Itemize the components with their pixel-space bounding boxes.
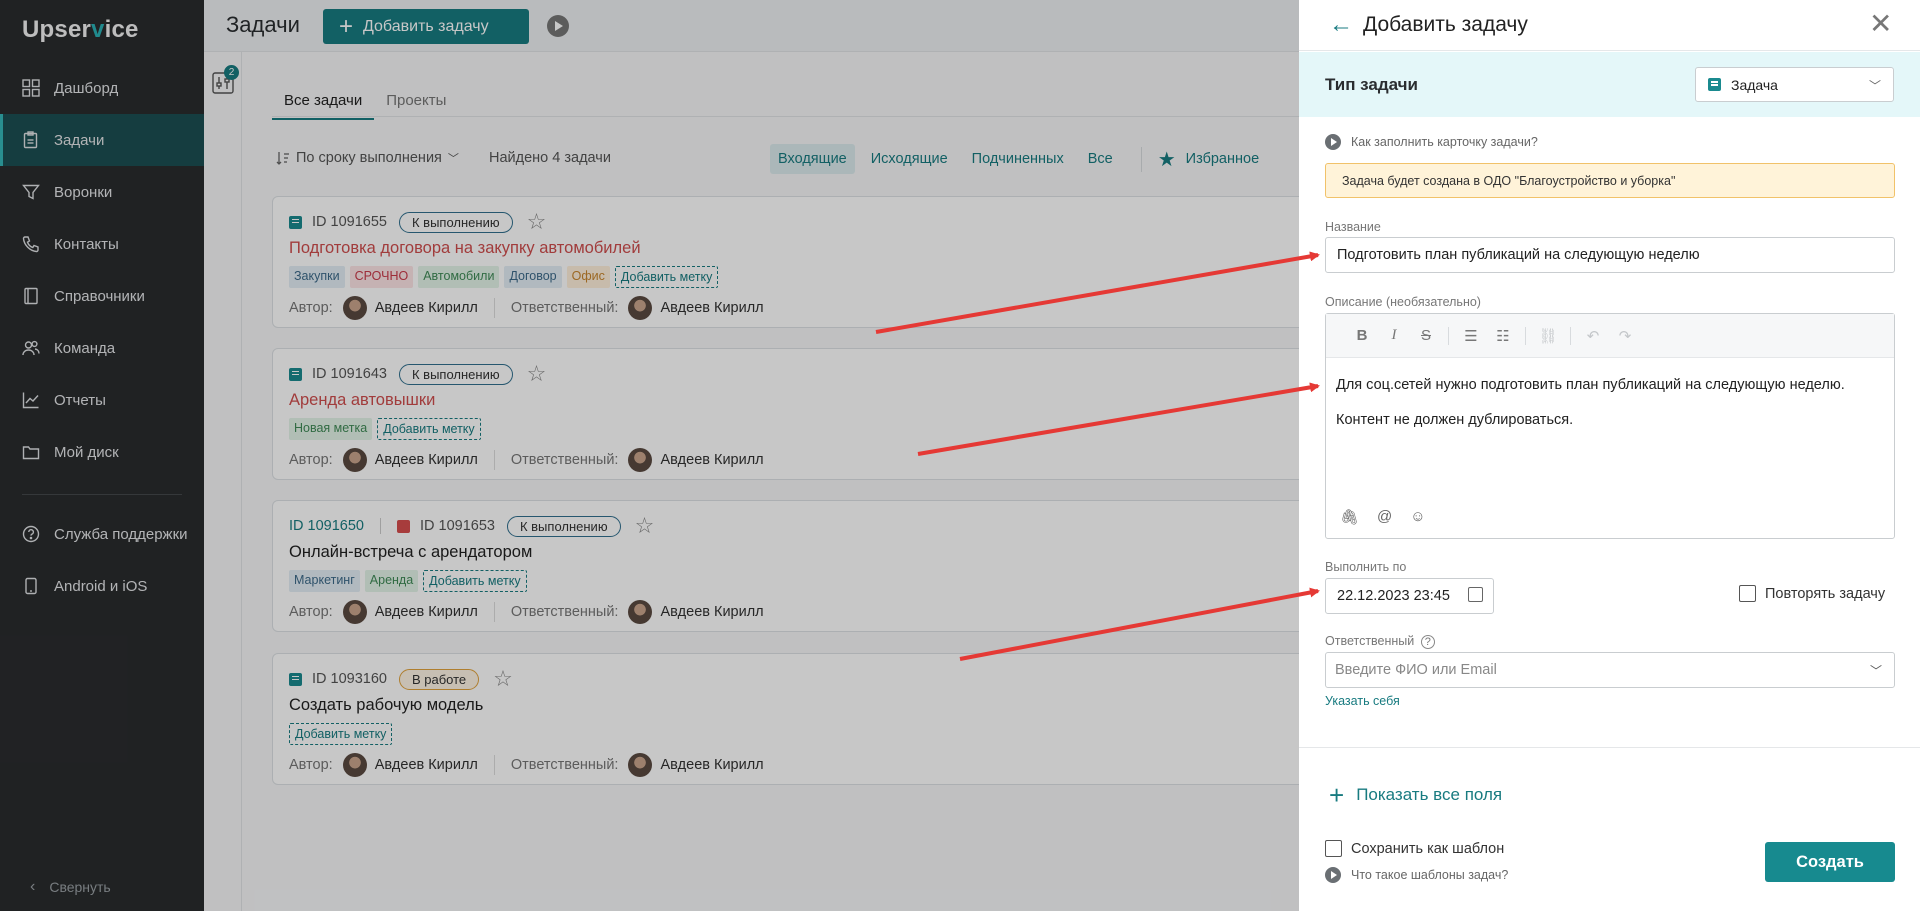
- panel-header: ← Добавить задачу ✕: [1299, 0, 1920, 51]
- help-icon[interactable]: ?: [1420, 635, 1435, 649]
- chevron-down-icon: ﹀: [1868, 79, 1881, 93]
- undo-icon[interactable]: ↶: [1577, 327, 1609, 345]
- task-type-label: Тип задачи: [1325, 75, 1419, 94]
- responsible-field-label: Ответственный ?: [1325, 634, 1435, 649]
- mention-icon[interactable]: @: [1377, 508, 1392, 526]
- template-help-label: Что такое шаблоны задач?: [1351, 868, 1509, 882]
- repeat-task-checkbox[interactable]: Повторять задачу: [1739, 585, 1885, 602]
- template-help-link[interactable]: Что такое шаблоны задач?: [1325, 867, 1508, 883]
- create-button[interactable]: Создать: [1765, 842, 1895, 882]
- due-date-value: 22.12.2023 23:45: [1337, 588, 1450, 604]
- add-task-panel: ← Добавить задачу ✕ Тип задачи Задача ﹀ …: [1299, 0, 1920, 911]
- due-label: Выполнить по: [1325, 560, 1407, 574]
- calendar-icon[interactable]: [1468, 587, 1483, 602]
- notice-text: Задача будет создана в: [1342, 174, 1484, 188]
- description-paragraph: Для соц.сетей нужно подготовить план пуб…: [1336, 377, 1845, 393]
- editor-toolbar: B I S ☰ ☷ ⛓ ↶ ↷: [1326, 314, 1894, 358]
- divider: [1448, 326, 1449, 345]
- bullet-list-icon[interactable]: ☰: [1455, 327, 1487, 345]
- organization-notice: Задача будет создана в ОДО "Благоустройс…: [1325, 163, 1895, 198]
- responsible-label-text: Ответственный: [1325, 634, 1415, 648]
- modal-backdrop[interactable]: [0, 0, 1299, 911]
- task-type-select[interactable]: Задача ﹀: [1695, 67, 1894, 102]
- responsible-input[interactable]: Введите ФИО или Email ﹀: [1325, 652, 1895, 688]
- chevron-down-icon: ﹀: [1869, 664, 1882, 678]
- italic-icon[interactable]: I: [1378, 327, 1410, 344]
- save-as-template-checkbox[interactable]: Сохранить как шаблон: [1325, 840, 1504, 857]
- task-name-input[interactable]: Подготовить план публикаций на следующую…: [1325, 237, 1895, 273]
- divider: [1299, 747, 1920, 748]
- redo-icon[interactable]: ↷: [1609, 327, 1641, 345]
- checkbox[interactable]: [1739, 585, 1756, 602]
- editor-footer: 🖇 @ ☺: [1340, 508, 1444, 526]
- play-icon: [1325, 867, 1341, 883]
- notice-org: ОДО "Благоустройство и уборка": [1483, 174, 1676, 188]
- emoji-icon[interactable]: ☺: [1410, 508, 1425, 526]
- bold-icon[interactable]: B: [1346, 327, 1378, 344]
- assign-self-link[interactable]: Указать себя: [1325, 694, 1400, 708]
- task-type-section: Тип задачи Задача ﹀: [1299, 52, 1920, 117]
- link-icon[interactable]: ⛓: [1532, 327, 1564, 345]
- save-template-label: Сохранить как шаблон: [1351, 840, 1505, 857]
- task-type-icon: [1708, 78, 1721, 91]
- howto-label: Как заполнить карточку задачи?: [1351, 135, 1538, 149]
- numbered-list-icon[interactable]: ☷: [1487, 327, 1519, 345]
- description-paragraph: Контент не должен дублироваться.: [1336, 412, 1574, 428]
- checkbox[interactable]: [1325, 840, 1342, 857]
- description-text[interactable]: Для соц.сетей нужно подготовить план пуб…: [1336, 376, 1876, 446]
- description-editor[interactable]: B I S ☰ ☷ ⛓ ↶ ↷ Для соц.сетей нужно подг…: [1325, 313, 1895, 539]
- strikethrough-icon[interactable]: S: [1410, 327, 1442, 344]
- plus-icon: +: [1329, 780, 1345, 810]
- attach-icon[interactable]: 🖇: [1340, 508, 1359, 526]
- description-label: Описание (необязательно): [1325, 295, 1481, 309]
- due-date-input[interactable]: 22.12.2023 23:45: [1325, 578, 1494, 614]
- howto-link[interactable]: Как заполнить карточку задачи?: [1325, 134, 1538, 150]
- close-icon[interactable]: ✕: [1869, 10, 1892, 38]
- play-icon: [1325, 134, 1341, 150]
- repeat-label: Повторять задачу: [1765, 585, 1886, 602]
- back-arrow-icon[interactable]: ←: [1329, 13, 1353, 37]
- divider: [1570, 326, 1571, 345]
- name-label: Название: [1325, 220, 1381, 234]
- show-all-fields-button[interactable]: + Показать все поля: [1329, 782, 1502, 808]
- task-type-value: Задача: [1731, 76, 1778, 93]
- show-all-label: Показать все поля: [1356, 785, 1503, 804]
- responsible-placeholder: Введите ФИО или Email: [1335, 662, 1497, 678]
- divider: [1525, 326, 1526, 345]
- panel-title: Добавить задачу: [1363, 13, 1528, 36]
